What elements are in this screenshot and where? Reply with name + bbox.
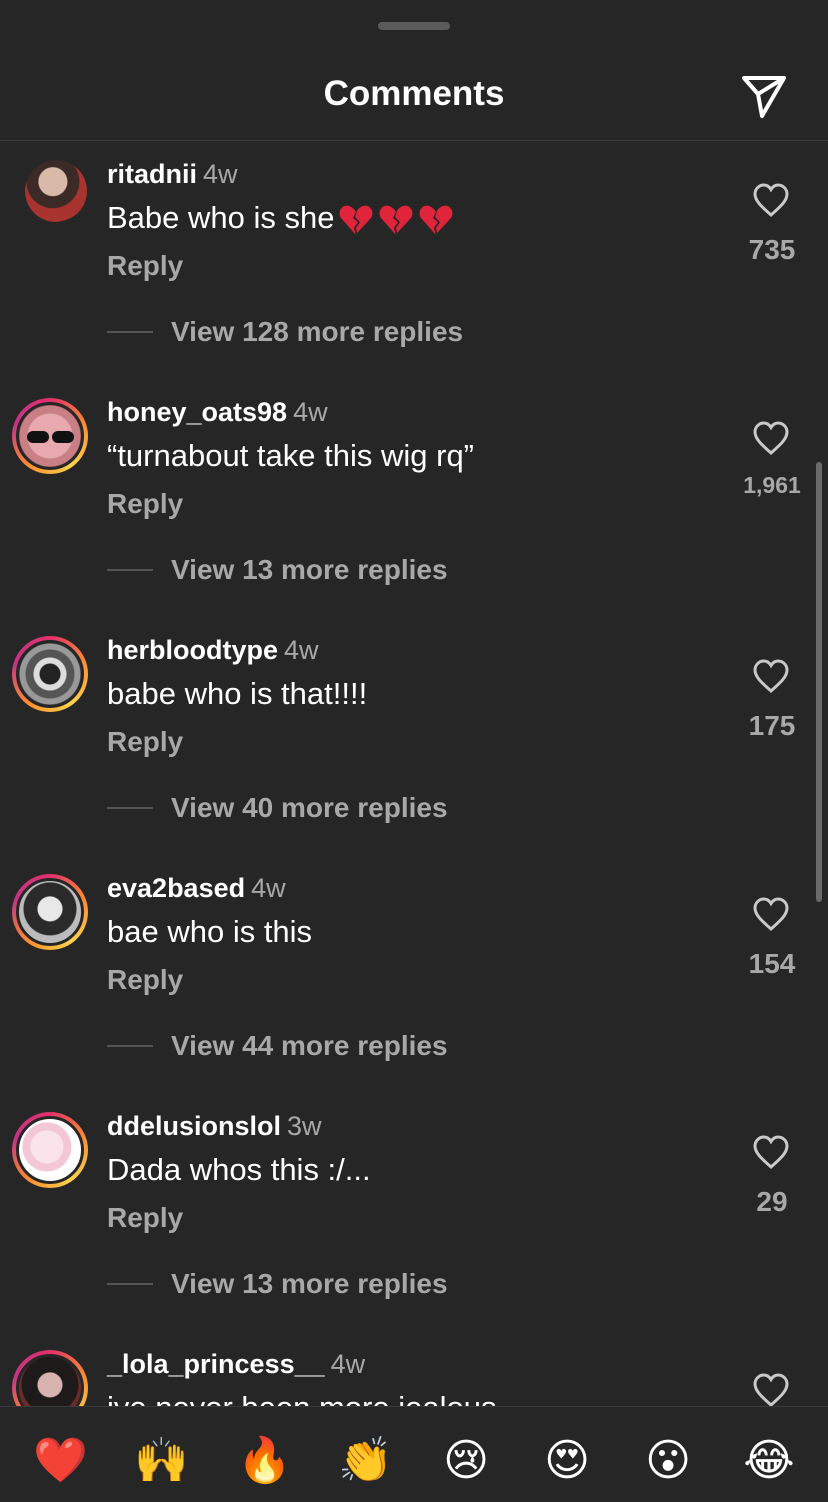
comment-username[interactable]: ddelusionslol [107,1111,281,1141]
story-ring[interactable] [12,398,88,474]
avatar[interactable] [25,160,87,222]
comments-sheet: Comments ritadnii 4w Babe who is she Repl… [0,0,828,1502]
like-count: 735 [748,234,796,265]
like-heart-icon[interactable] [752,182,790,218]
comment-text: bae who is this [107,914,313,949]
broken-heart-icon [340,205,373,235]
like-heart-icon[interactable] [752,420,790,456]
view-replies-button[interactable]: View 44 more replies [171,1030,448,1062]
avatar[interactable] [16,402,84,470]
comment-text: babe who is that!!!! [107,676,368,711]
like-heart-icon[interactable] [752,896,790,932]
scrollbar[interactable] [816,462,822,902]
view-replies-button[interactable]: View 128 more replies [171,316,463,348]
avatar[interactable] [16,640,84,708]
reply-button[interactable]: Reply [107,964,183,996]
comment-text: Dada whos this :/... [107,1152,371,1187]
red-heart-emoji-button[interactable]: ❤️ [33,1435,88,1487]
story-ring[interactable] [12,636,88,712]
avatar[interactable] [16,1116,84,1184]
comment-text: Babe who is she [107,198,454,238]
view-replies-button[interactable]: View 13 more replies [171,554,448,586]
page-title: Comments [323,74,505,113]
comment-text: “turnabout take this wig rq” [107,438,475,473]
comment-item: honey_oats98 4w “turnabout take this wig … [0,378,828,616]
comment-time: 4w [203,159,238,189]
reply-button[interactable]: Reply [107,250,183,282]
view-replies-button[interactable]: View 13 more replies [171,1268,448,1300]
fire-emoji-button[interactable]: 🔥 [237,1435,292,1487]
comment-username[interactable]: herbloodtype [107,635,278,665]
crying-face-emoji-button[interactable]: 😢 [440,1435,492,1487]
comment-time: 4w [330,1349,366,1379]
like-count: 154 [748,948,796,979]
drag-handle[interactable] [378,22,450,30]
comment-text: ive never been more jealous [107,1388,496,1406]
like-heart-icon[interactable] [752,1372,790,1406]
comment-item: _lola_princess__4w ive never been more j… [0,1330,828,1406]
comment-username[interactable]: eva2based [107,873,245,903]
comment-username[interactable]: ritadnii [107,159,197,189]
story-ring[interactable] [12,874,88,950]
emoji-reaction-bar: ❤️ 🙌 🔥 👏 😢 😍 😮 😂 [0,1406,828,1502]
divider [107,1045,153,1047]
divider [107,569,153,571]
comment-time: 3w [287,1111,322,1141]
clapping-hands-emoji-button[interactable]: 👏 [338,1435,393,1487]
divider [107,807,153,809]
comment-item: herbloodtype 4w babe who is that!!!! Repl… [0,616,828,854]
reply-button[interactable]: Reply [107,726,183,758]
like-count: 1,961 [743,472,801,498]
divider [107,1283,153,1285]
tears-of-joy-emoji-button[interactable]: 😂 [743,1435,795,1487]
comment-time: 4w [284,635,319,665]
reply-button[interactable]: Reply [107,488,183,520]
story-ring[interactable] [12,1350,88,1406]
like-count: 175 [748,710,796,741]
comment-username[interactable]: _lola_princess__ [107,1349,325,1379]
raising-hands-emoji-button[interactable]: 🙌 [134,1435,189,1487]
comment-item: ritadnii 4w Babe who is she Reply View 12… [0,140,828,378]
comment-item: ddelusionslol 3w Dada whos this :/... Rep… [0,1092,828,1330]
like-heart-icon[interactable] [752,1134,790,1170]
avatar[interactable] [16,1354,84,1406]
share-send-icon[interactable] [740,72,788,120]
story-ring[interactable] [12,1112,88,1188]
avatar[interactable] [16,878,84,946]
reply-button[interactable]: Reply [107,1202,183,1234]
heart-eyes-emoji-button[interactable]: 😍 [541,1435,593,1487]
like-count: 29 [756,1186,788,1217]
broken-heart-icon [380,205,413,235]
comments-header: Comments [0,50,828,141]
broken-heart-icon [420,205,453,235]
comment-list[interactable]: ritadnii 4w Babe who is she Reply View 12… [0,140,828,1406]
view-replies-button[interactable]: View 40 more replies [171,792,448,824]
comment-username[interactable]: honey_oats98 [107,397,287,427]
comment-time: 4w [293,397,328,427]
comment-time: 4w [251,873,286,903]
surprised-face-emoji-button[interactable]: 😮 [642,1435,694,1487]
like-heart-icon[interactable] [752,658,790,694]
comment-item: eva2based 4w bae who is this Reply View 4… [0,854,828,1092]
divider [107,331,153,333]
